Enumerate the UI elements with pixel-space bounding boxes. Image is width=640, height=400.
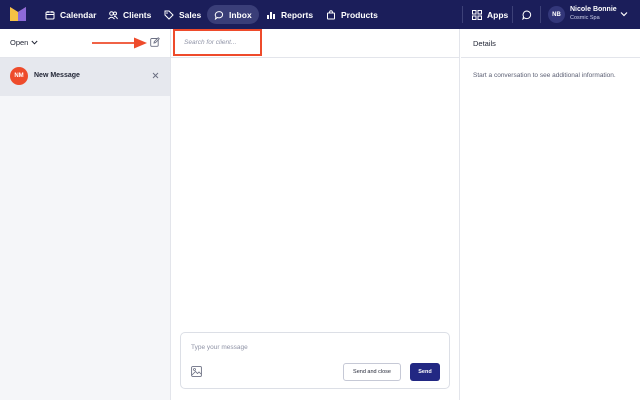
conversation-panel: Type your message Send and close Send <box>171 29 460 400</box>
status-filter-label: Open <box>10 38 29 47</box>
user-avatar[interactable]: NB <box>548 6 565 23</box>
nav-reports[interactable]: Reports <box>259 5 320 24</box>
nav-divider <box>462 6 463 23</box>
compose-icon[interactable] <box>150 37 160 47</box>
send-and-close-button[interactable]: Send and close <box>343 363 401 381</box>
tag-icon <box>164 10 174 20</box>
chevron-down-icon[interactable] <box>620 11 628 17</box>
details-panel: Details Start a conversation to see addi… <box>461 29 640 400</box>
nav-apps[interactable]: Apps <box>465 5 515 24</box>
nav-products[interactable]: Products <box>319 5 385 24</box>
logo-icon[interactable] <box>10 7 26 21</box>
nav-divider <box>540 6 541 23</box>
conversation-avatar: NM <box>10 67 28 85</box>
top-nav-bar: Calendar Clients Sales Inbox Reports Pro… <box>0 0 640 29</box>
nav-apps-label: Apps <box>487 9 509 20</box>
users-icon <box>108 10 118 19</box>
nav-inbox[interactable]: Inbox <box>207 5 259 24</box>
message-input[interactable]: Type your message <box>191 344 248 351</box>
nav-reports-label: Reports <box>281 9 314 20</box>
nav-clients[interactable]: Clients <box>101 5 158 24</box>
details-title: Details <box>473 39 496 48</box>
details-header: Details <box>461 29 640 58</box>
message-composer: Type your message Send and close Send <box>180 332 450 389</box>
nav-products-label: Products <box>341 9 378 20</box>
apps-grid-icon <box>472 9 482 20</box>
nav-sales[interactable]: Sales <box>157 5 208 24</box>
conversation-list-header: Open <box>0 29 170 58</box>
client-search-box <box>173 29 262 56</box>
annotation-arrow <box>92 37 147 49</box>
nav-inbox-label: Inbox <box>229 9 252 20</box>
nav-calendar-label: Calendar <box>60 9 97 20</box>
chat-icon <box>214 10 224 20</box>
conversation-item[interactable]: NM New Message <box>0 58 170 96</box>
send-button[interactable]: Send <box>410 363 440 381</box>
calendar-icon <box>45 10 55 19</box>
user-name[interactable]: Nicole Bonnie <box>570 6 617 13</box>
bar-chart-icon <box>267 11 275 19</box>
conversation-list-panel: Open NM New Message <box>0 29 171 400</box>
image-icon[interactable] <box>191 366 202 377</box>
details-empty-text: Start a conversation to see additional i… <box>473 72 616 79</box>
chevron-down-icon <box>31 40 38 45</box>
conversation-title: New Message <box>34 72 80 79</box>
status-filter-dropdown[interactable]: Open <box>10 38 38 47</box>
messages-button[interactable] <box>515 5 539 24</box>
close-icon[interactable] <box>152 72 159 79</box>
client-search-input[interactable] <box>175 31 260 54</box>
nav-sales-label: Sales <box>179 9 202 20</box>
nav-calendar[interactable]: Calendar <box>38 5 103 24</box>
speech-bubble-icon <box>522 9 532 20</box>
nav-clients-label: Clients <box>123 9 152 20</box>
bag-icon <box>327 9 335 19</box>
user-org: Cosmic Spa <box>570 15 600 21</box>
client-search-bar <box>171 29 460 58</box>
nav-divider <box>512 6 513 23</box>
